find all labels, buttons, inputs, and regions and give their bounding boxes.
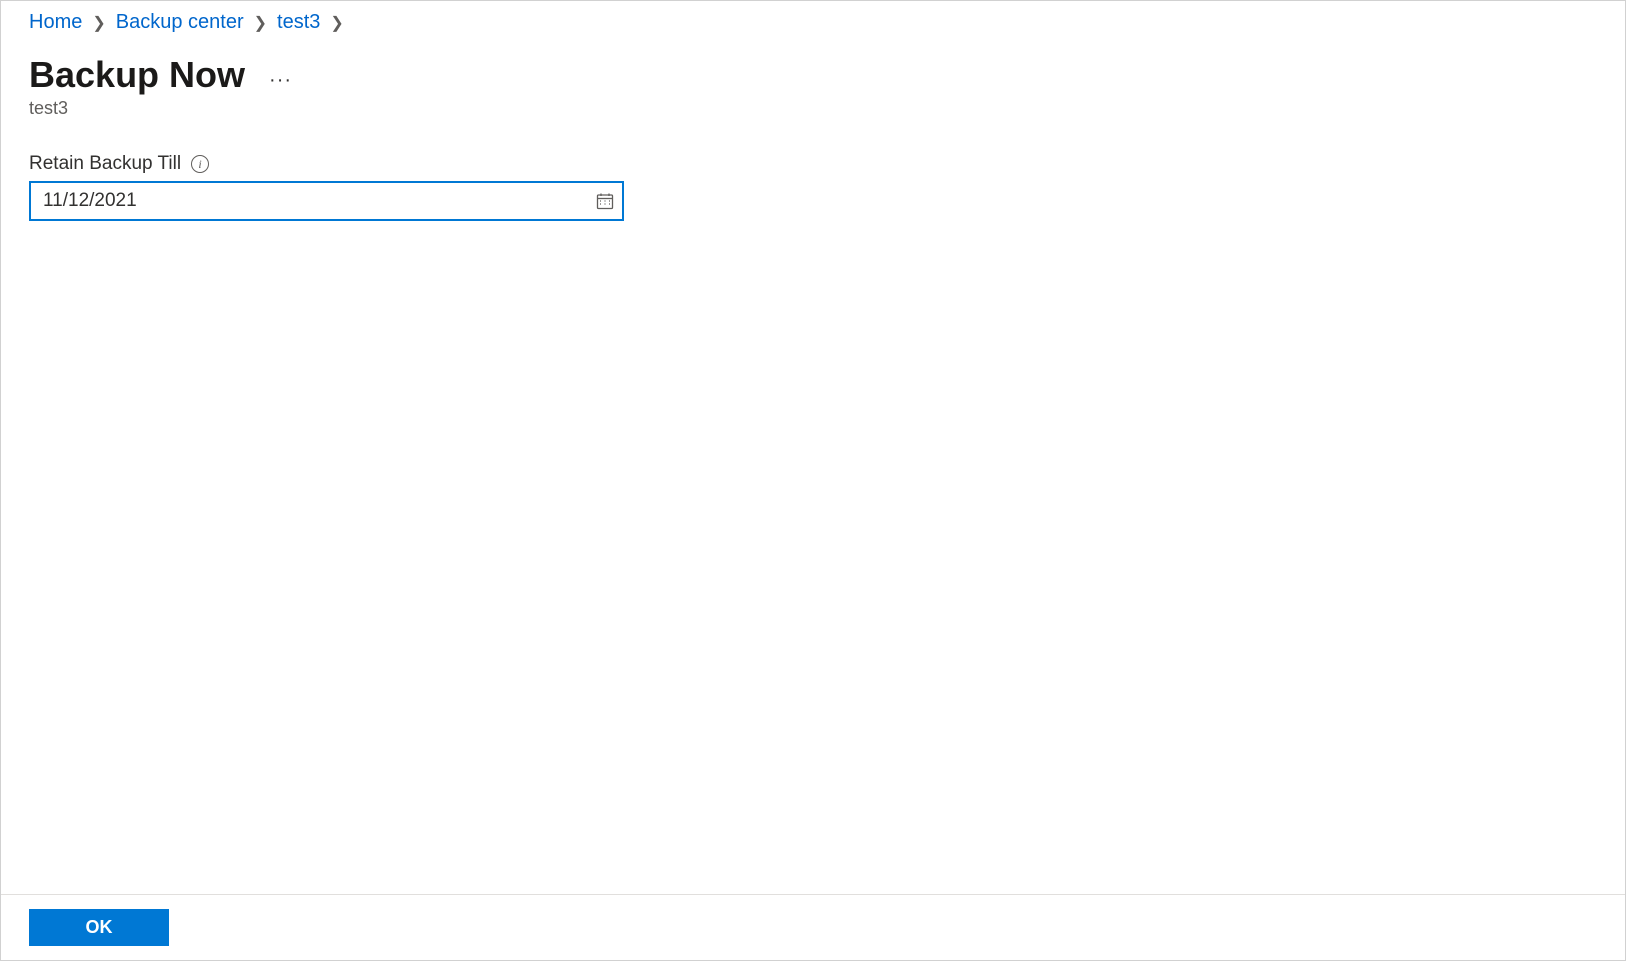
chevron-right-icon: ❯ bbox=[254, 13, 267, 33]
chevron-right-icon: ❯ bbox=[330, 13, 343, 33]
breadcrumb-home[interactable]: Home bbox=[29, 11, 82, 34]
page-subtitle: test3 bbox=[29, 98, 1597, 119]
info-icon[interactable]: i bbox=[191, 155, 209, 173]
ok-button[interactable]: OK bbox=[29, 909, 169, 946]
breadcrumb-backup-center[interactable]: Backup center bbox=[116, 11, 244, 34]
chevron-right-icon: ❯ bbox=[92, 13, 105, 33]
calendar-icon[interactable] bbox=[596, 192, 614, 210]
retain-backup-label: Retain Backup Till bbox=[29, 153, 181, 175]
more-actions-icon[interactable]: ··· bbox=[269, 59, 292, 92]
retain-backup-date-input[interactable] bbox=[29, 181, 624, 221]
breadcrumb: Home ❯ Backup center ❯ test3 ❯ bbox=[29, 11, 1597, 34]
footer: OK bbox=[1, 894, 1625, 960]
date-input-container bbox=[29, 181, 624, 221]
page-title: Backup Now bbox=[29, 54, 245, 96]
breadcrumb-test3[interactable]: test3 bbox=[277, 11, 320, 34]
